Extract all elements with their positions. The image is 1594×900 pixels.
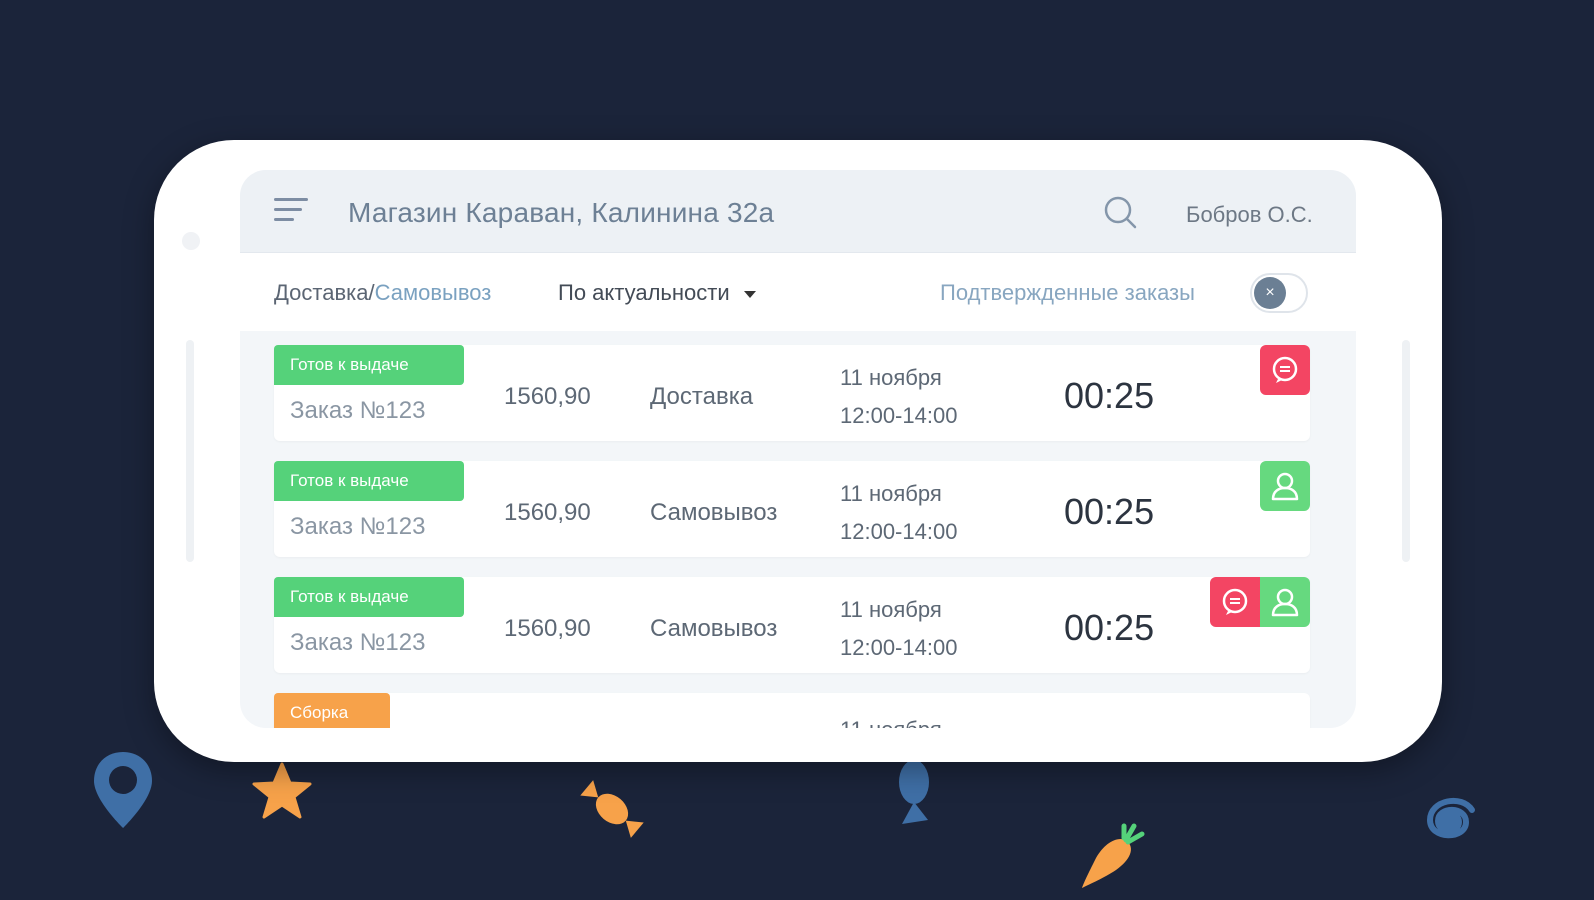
order-amount: 1560,90 [504, 615, 591, 642]
chat-button[interactable] [1260, 345, 1310, 395]
customer-button[interactable] [1260, 461, 1310, 511]
store-title: Магазин Караван, Калинина 32а [348, 197, 775, 228]
order-type: Доставка [650, 383, 754, 410]
order-timer: 00:25 [1064, 607, 1155, 648]
order-date: 11 ноября [840, 365, 942, 390]
phone-side-button [186, 340, 194, 562]
sort-dropdown-label: По актуальности [558, 280, 730, 305]
carrot-icon [1082, 823, 1145, 888]
user-name[interactable]: Бобров О.С. [1186, 202, 1313, 228]
app-showcase: Магазин Караван, Калинина 32а Бобров О.С… [0, 0, 1594, 900]
status-badge: Готов к выдаче [274, 461, 464, 501]
order-type: Самовывоз [650, 615, 778, 642]
fish-icon [899, 760, 929, 824]
order-timer: 00:25 [1064, 491, 1155, 532]
filter-pickup-option[interactable]: Самовывоз [375, 280, 492, 305]
status-badge: Готов к выдаче [274, 577, 464, 617]
order-time-range: 12:00-14:00 [840, 403, 958, 428]
customer-button[interactable] [1260, 577, 1310, 627]
order-date: 11 ноября [840, 481, 942, 506]
menu-icon[interactable] [274, 198, 308, 224]
order-date: 11 ноября [840, 717, 942, 728]
caret-down-icon [743, 290, 756, 298]
order-type: Самовывоз [650, 499, 778, 526]
chat-icon [1272, 356, 1298, 383]
order-row[interactable]: Готов к выдаче Заказ №123 1560,90 Достав… [274, 345, 1310, 441]
chat-icon [1222, 588, 1248, 615]
order-time-range: 12:00-14:00 [840, 519, 958, 544]
phone-side-button-right [1402, 340, 1410, 562]
phone-frame: Магазин Караван, Калинина 32а Бобров О.С… [154, 140, 1442, 762]
order-date: 11 ноября [840, 597, 942, 622]
delivery-type-filter[interactable]: Доставка/Самовывоз [274, 280, 491, 306]
order-number: Заказ №123 [290, 397, 426, 424]
order-amount: 1560,90 [504, 499, 591, 526]
search-icon[interactable] [1102, 194, 1138, 230]
status-badge: Готов к выдаче [274, 345, 464, 385]
user-icon [1271, 588, 1299, 617]
map-pin-icon [94, 752, 152, 828]
order-number: Заказ №123 [290, 629, 426, 656]
filter-bar: Доставка/Самовывоз По актуальности Подтв… [240, 253, 1356, 331]
order-number: Заказ №123 [290, 513, 426, 540]
confirmed-orders-label: Подтвержденные заказы [940, 280, 1195, 305]
orders-list: Готов к выдаче Заказ №123 1560,90 Достав… [240, 331, 1356, 728]
star-icon [252, 762, 312, 819]
user-icon [1271, 472, 1299, 501]
order-timer: 00:25 [1064, 375, 1155, 416]
sort-dropdown[interactable]: По актуальности [558, 280, 756, 306]
candy-icon [580, 780, 644, 838]
order-amount: 1560,90 [504, 383, 591, 410]
chat-button[interactable] [1210, 577, 1260, 627]
app-header: Магазин Караван, Калинина 32а Бобров О.С… [240, 170, 1356, 253]
app-screen: Магазин Караван, Калинина 32а Бобров О.С… [240, 170, 1356, 728]
confirmed-orders-toggle[interactable]: × [1250, 273, 1308, 313]
order-row[interactable]: Готов к выдаче Заказ №123 1560,90 Самовы… [274, 461, 1310, 557]
order-row[interactable]: Сборка 11 ноября [274, 693, 1310, 728]
camera-dot [182, 232, 200, 250]
filter-delivery-option[interactable]: Доставка [274, 280, 368, 305]
order-time-range: 12:00-14:00 [840, 635, 958, 660]
order-row[interactable]: Готов к выдаче Заказ №123 1560,90 Самовы… [274, 577, 1310, 673]
status-badge: Сборка [274, 693, 390, 728]
close-icon: × [1254, 277, 1286, 309]
spiral-icon [1426, 798, 1475, 839]
